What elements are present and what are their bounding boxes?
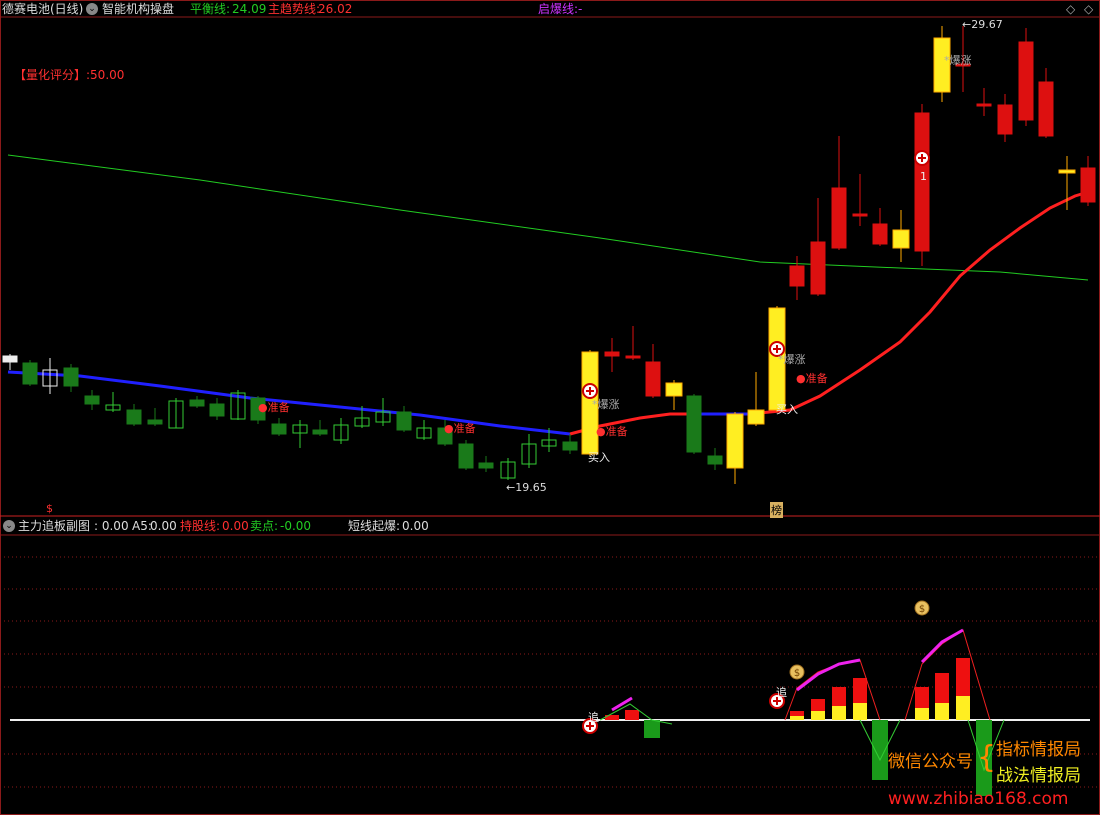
- negative-bar: [872, 720, 888, 780]
- candle-body: [562, 441, 578, 451]
- histogram-bar: [915, 708, 929, 720]
- ready-annotation: ●准备: [596, 425, 628, 438]
- candle-body: [976, 103, 992, 107]
- candle-body: [707, 455, 723, 465]
- short-value: 0.00: [402, 519, 429, 533]
- diamond-icon[interactable]: ◇: [1066, 1, 1075, 17]
- candle-body: [892, 229, 910, 249]
- candle-body: [686, 395, 702, 453]
- candle-body: [625, 355, 641, 359]
- sub-name-value: : 0.00: [94, 519, 129, 533]
- marker-annotation: 1: [920, 170, 927, 183]
- candle-body: [22, 362, 38, 385]
- a5-value: 0.00: [150, 519, 177, 533]
- burst-line: [920, 628, 964, 664]
- candle-body: [747, 409, 765, 425]
- short-label: 短线起爆:: [348, 519, 401, 533]
- histogram-bar: [811, 711, 825, 720]
- watermark-line1: 指标情报局: [996, 740, 1081, 760]
- stock-title[interactable]: 德赛电池(日线): [2, 1, 83, 17]
- candle-body: [63, 367, 79, 387]
- hold-label: 持股线:: [180, 519, 221, 533]
- chevron-down-icon[interactable]: ⌄: [3, 520, 15, 532]
- burst-value: -: [578, 2, 583, 16]
- expand-icon[interactable]: ◇: [1084, 1, 1093, 17]
- candle-body: [1018, 41, 1034, 121]
- candle-body: [1038, 81, 1054, 137]
- candle-body: [478, 462, 494, 469]
- candle-body: [1080, 167, 1096, 203]
- candle-body: [831, 187, 847, 249]
- histogram-bar: [625, 710, 639, 720]
- burst-annotation: *爆涨: [944, 54, 972, 67]
- candle-body: [645, 361, 661, 397]
- watermark-line2: 战法情报局: [996, 766, 1081, 786]
- low-price-label: ←19.65: [506, 481, 547, 494]
- chart-frame: [0, 0, 1100, 815]
- histogram-bar: [790, 716, 804, 720]
- money-bag-icon: $: [919, 604, 925, 615]
- sell-value: -0.00: [280, 519, 312, 533]
- candle-body: [126, 409, 142, 425]
- candle-body: [810, 241, 826, 295]
- candle-body: [997, 104, 1013, 135]
- candle-body: [872, 223, 888, 245]
- histogram-bar: [832, 706, 846, 720]
- score-label: 【量化评分】: [14, 68, 87, 82]
- candle-body: [189, 399, 205, 407]
- candle-body: [458, 443, 474, 469]
- a5-label: A5:: [132, 519, 152, 533]
- candle-body: [209, 403, 225, 417]
- burst-annotation: *爆涨: [778, 353, 806, 366]
- balance-value: 24.09: [232, 2, 267, 16]
- ready-annotation: ●准备: [796, 372, 828, 385]
- ready-annotation: ●准备: [258, 401, 290, 414]
- candle-body: [665, 382, 683, 397]
- board-marker: 榜: [770, 502, 783, 518]
- candle-body: [726, 413, 744, 469]
- candle-body: [312, 429, 328, 435]
- balance-label: 平衡线:: [190, 2, 231, 16]
- candle-body: [852, 213, 868, 217]
- hold-value: 0.00: [222, 519, 249, 533]
- candle-body: [2, 355, 18, 363]
- histogram-bar: [935, 703, 949, 720]
- candle-body: [604, 351, 620, 357]
- candle-body: [396, 411, 412, 431]
- candle-body: [147, 419, 163, 425]
- trend-label: 主趋势线:: [268, 2, 321, 16]
- brace-icon: {: [977, 740, 997, 775]
- negative-bar: [644, 720, 660, 738]
- wechat-label: 微信公众号: [888, 752, 973, 772]
- indicator-name[interactable]: 智能机构操盘: [102, 1, 174, 17]
- burst-line: [796, 658, 861, 692]
- chart-canvas: $$: [0, 0, 1100, 815]
- candle-body: [1058, 169, 1076, 174]
- score-value: :50.00: [86, 68, 125, 82]
- money-bag-icon: $: [794, 668, 800, 679]
- chevron-down-icon[interactable]: ⌄: [86, 3, 98, 15]
- chase-annotation: 追: [588, 711, 599, 724]
- high-price-label: ←29.67: [962, 18, 1003, 31]
- s-marker: $: [46, 502, 53, 515]
- chase-annotation: 追: [776, 686, 787, 699]
- candle-body: [789, 265, 805, 287]
- burst-annotation: *爆涨: [592, 398, 620, 411]
- histogram-bar: [853, 703, 867, 720]
- burst-label: 启爆线:: [538, 2, 579, 16]
- watermark-url[interactable]: www.zhibiao168.com: [888, 789, 1068, 809]
- sub-indicator-name[interactable]: 主力追板副图: [18, 518, 90, 534]
- candle-body: [84, 395, 100, 405]
- trend-value: 26.02: [318, 2, 353, 16]
- buy-annotation: 买入: [588, 451, 610, 464]
- ready-annotation: ●准备: [444, 422, 476, 435]
- histogram-bar: [956, 696, 970, 720]
- candle-body: [271, 423, 287, 435]
- buy-annotation: 买入: [776, 403, 798, 416]
- sell-label: 卖点:: [250, 519, 279, 533]
